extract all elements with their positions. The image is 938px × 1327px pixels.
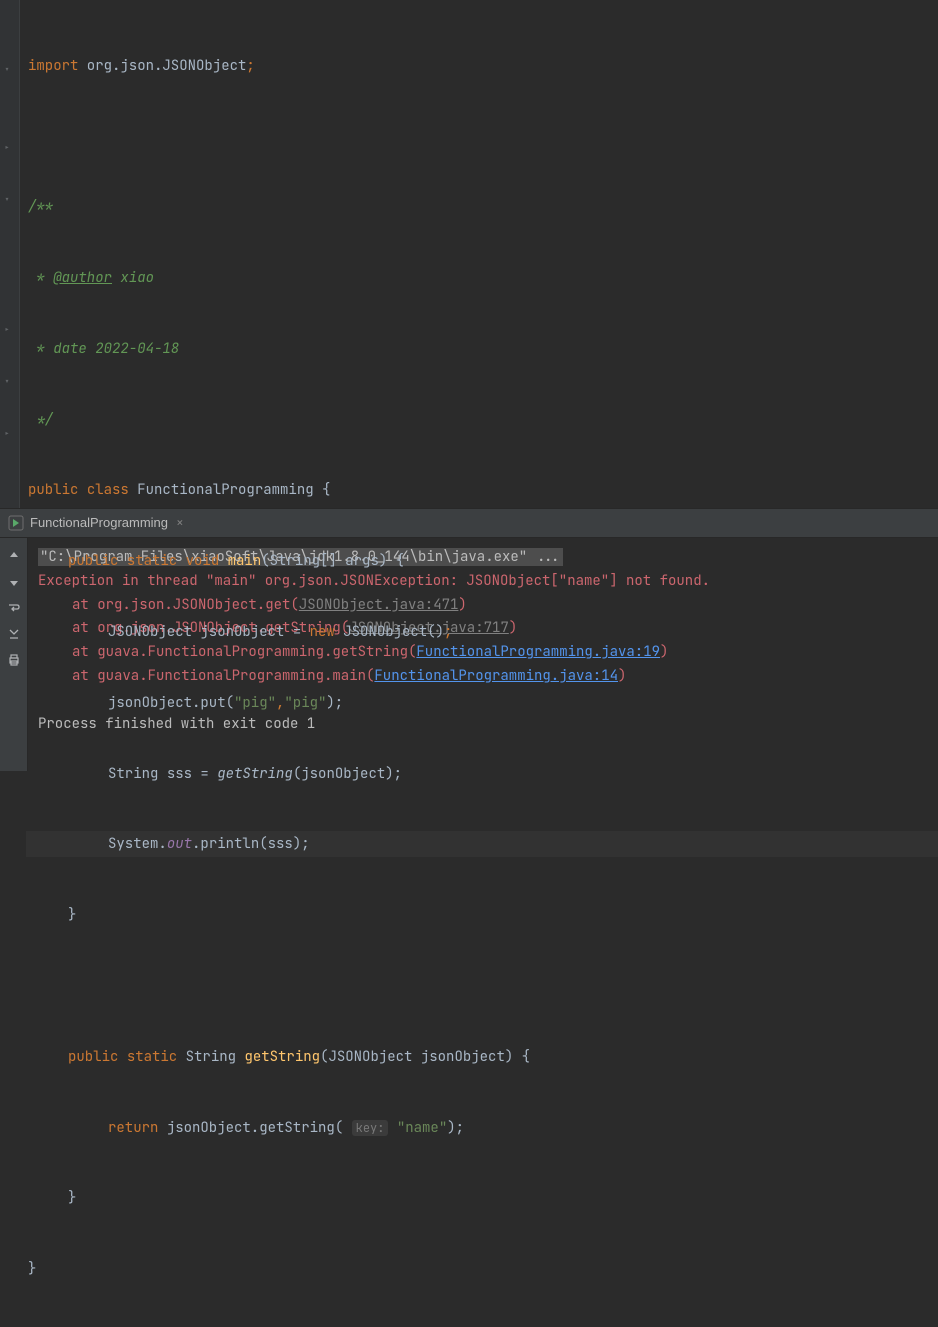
fold-end-icon[interactable]: ▸ [4,322,16,334]
class-name: FunctionalProgramming [137,481,322,499]
run-config-icon [8,515,24,531]
print-icon[interactable] [2,648,26,672]
method-getString: getString [244,1048,320,1066]
editor-gutter: ▾ ▸ ▾ ▸ ▾ ▸ [0,0,20,508]
fold-icon[interactable]: ▸ [4,140,16,152]
current-line: System.out.println(sss); [26,831,938,857]
soft-wrap-icon[interactable] [2,596,26,620]
javadoc-open: /** [28,198,53,216]
down-stack-icon[interactable] [2,570,26,594]
console-toolbar [0,538,28,771]
method-main: main [228,552,262,570]
fold-icon[interactable]: ▾ [4,374,16,386]
fold-icon[interactable]: ▾ [4,192,16,204]
javadoc-author-tag: @author [53,269,112,287]
fold-icon[interactable]: ▾ [4,62,16,74]
up-stack-icon[interactable] [2,544,26,568]
code-editor[interactable]: ▾ ▸ ▾ ▸ ▾ ▸ import org.json.JSONObject; … [0,0,938,508]
scroll-to-end-icon[interactable] [2,622,26,646]
javadoc-close: */ [28,411,53,429]
parameter-hint: key: [352,1120,389,1136]
code-content[interactable]: import org.json.JSONObject; /** * @autho… [20,0,938,508]
fold-end-icon[interactable]: ▸ [4,426,16,438]
javadoc-date: * date 2022-04-18 [28,340,179,358]
keyword-import: import [28,57,78,75]
